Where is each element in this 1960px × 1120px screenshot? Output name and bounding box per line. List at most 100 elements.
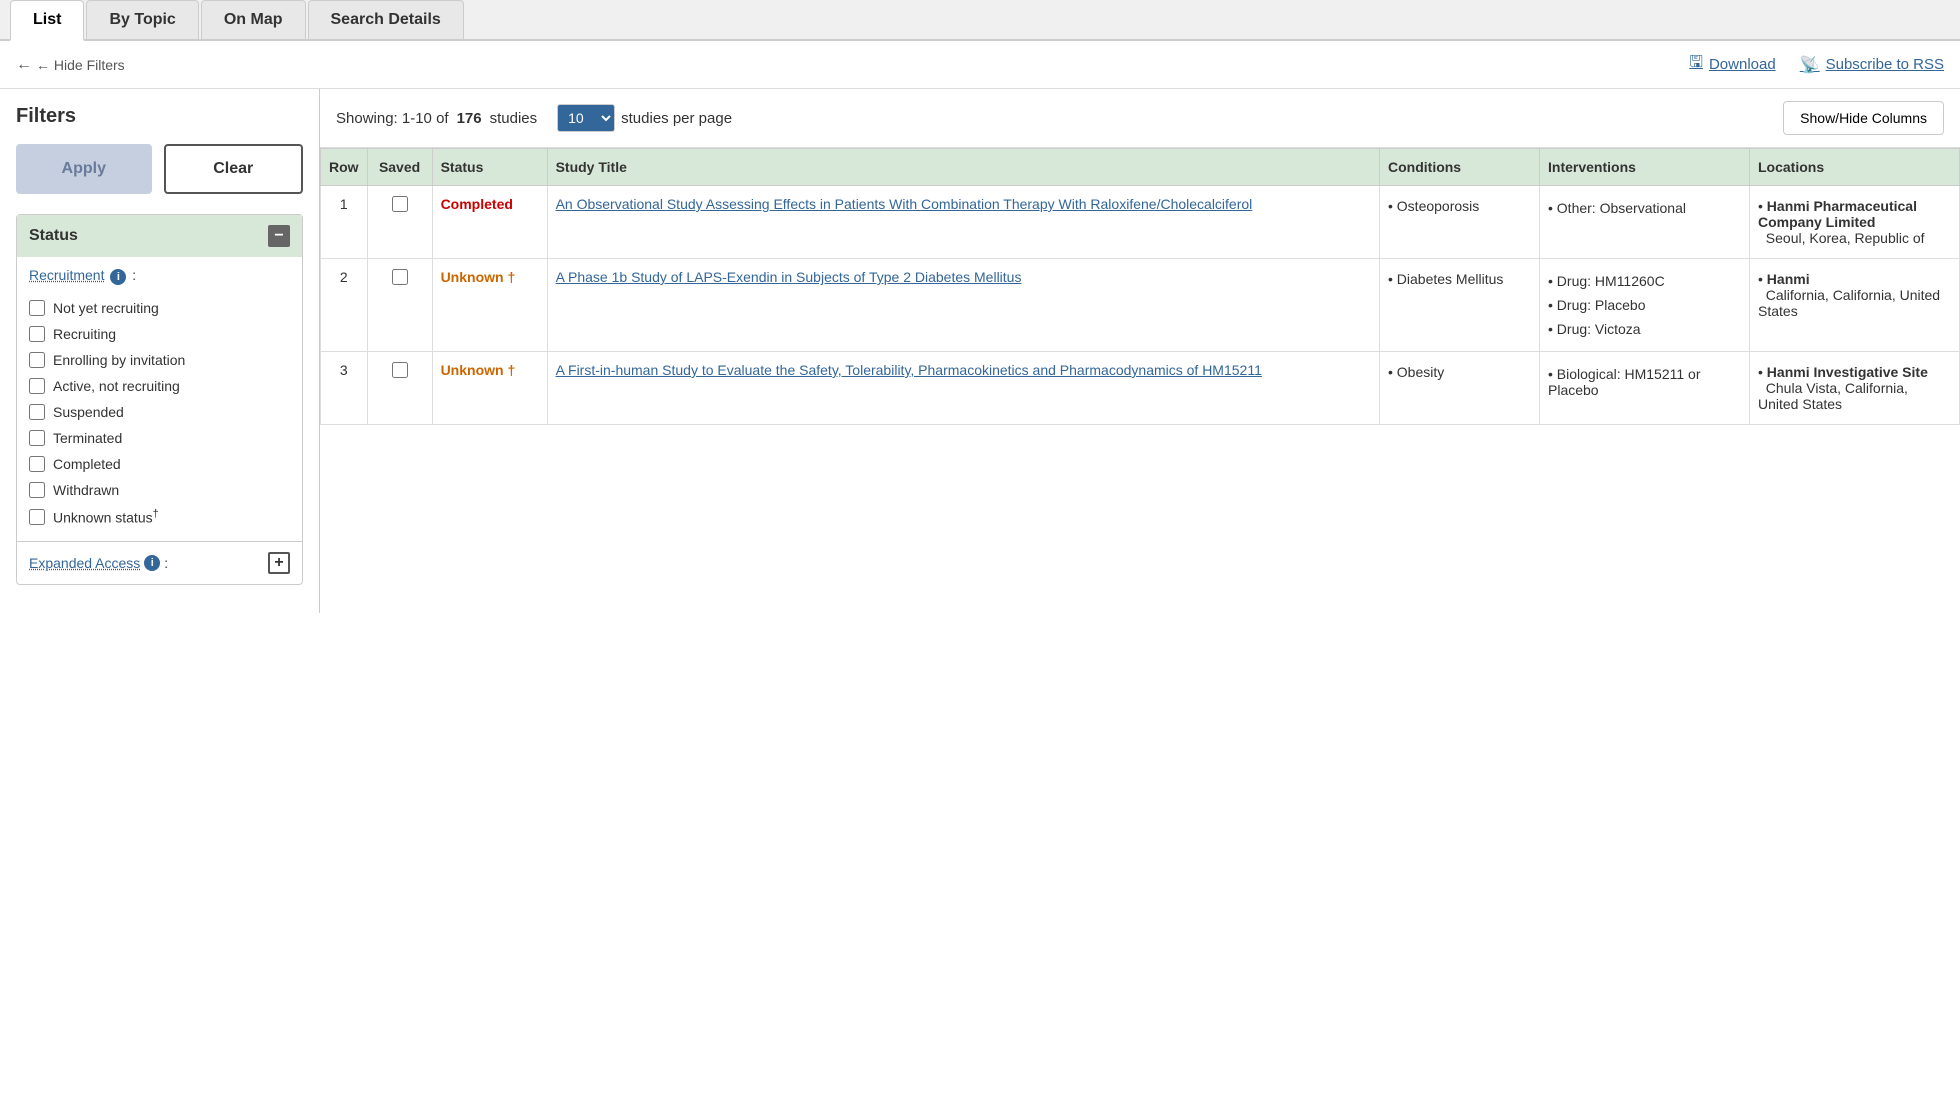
label-unknown: Unknown status† <box>53 508 159 526</box>
intervention-item: • Biological: HM15211 or Placebo <box>1548 362 1741 402</box>
intervention-item: • Other: Observational <box>1548 196 1741 220</box>
checkbox-completed[interactable] <box>29 456 45 472</box>
cell-saved <box>367 259 432 352</box>
col-header-locations: Locations <box>1750 149 1960 186</box>
col-header-interventions: Interventions <box>1540 149 1750 186</box>
filter-item-completed: Completed <box>29 451 290 477</box>
save-checkbox[interactable] <box>392 269 408 285</box>
showing-suffix: studies <box>490 110 538 127</box>
per-page-selector: 10 25 50 100 studies per page <box>557 104 732 132</box>
cell-row-number: 3 <box>321 352 368 425</box>
tabs-bar: List By Topic On Map Search Details <box>0 0 1960 41</box>
tab-by-topic[interactable]: By Topic <box>86 0 198 39</box>
study-title-link[interactable]: An Observational Study Assessing Effects… <box>556 196 1253 212</box>
filter-item-active: Active, not recruiting <box>29 373 290 399</box>
main-layout: Filters Apply Clear Status − Recruitment… <box>0 89 1960 613</box>
col-header-row: Row <box>321 149 368 186</box>
status-section-content: Recruitment i : Not yet recruiting Recru… <box>17 257 302 541</box>
filters-title: Filters <box>16 105 303 128</box>
rss-icon: 📡 <box>1800 55 1820 75</box>
location-item: • Hanmi California, California, United S… <box>1758 269 1951 321</box>
intervention-item: • Drug: Victoza <box>1548 317 1741 341</box>
download-button[interactable]: 🖫 Download <box>1689 51 1775 78</box>
filter-item-terminated: Terminated <box>29 425 290 451</box>
save-checkbox[interactable] <box>392 362 408 378</box>
cell-title: A First-in-human Study to Evaluate the S… <box>547 352 1379 425</box>
results-table: Row Saved Status Study Title Conditions … <box>320 148 1960 425</box>
filter-item-unknown: Unknown status† <box>29 503 290 531</box>
cell-interventions: • Drug: HM11260C• Drug: Placebo• Drug: V… <box>1540 259 1750 352</box>
label-terminated: Terminated <box>53 430 122 446</box>
save-checkbox[interactable] <box>392 196 408 212</box>
status-filter-section: Status − Recruitment i : Not yet recruit… <box>16 214 303 585</box>
condition-item: • Diabetes Mellitus <box>1388 269 1531 289</box>
cell-title: A Phase 1b Study of LAPS-Exendin in Subj… <box>547 259 1379 352</box>
table-row: 3Unknown †A First-in-human Study to Eval… <box>321 352 1960 425</box>
checkbox-recruiting[interactable] <box>29 326 45 342</box>
table-row: 1 Completed An Observational Study Assessi… <box>321 186 1960 259</box>
rss-button[interactable]: 📡 Subscribe to RSS <box>1800 55 1944 75</box>
tab-on-map[interactable]: On Map <box>201 0 306 39</box>
intervention-item: • Drug: HM11260C <box>1548 269 1741 293</box>
results-info: Showing: 1-10 of 176 studies 10 25 50 10… <box>336 104 732 132</box>
filter-item-enrolling: Enrolling by invitation <box>29 347 290 373</box>
apply-button[interactable]: Apply <box>16 144 152 194</box>
cell-conditions: • Osteoporosis <box>1380 186 1540 259</box>
content-area: Showing: 1-10 of 176 studies 10 25 50 10… <box>320 89 1960 613</box>
col-header-conditions: Conditions <box>1380 149 1540 186</box>
checkbox-unknown[interactable] <box>29 509 45 525</box>
filters-panel: Filters Apply Clear Status − Recruitment… <box>0 89 320 613</box>
cell-interventions: • Other: Observational <box>1540 186 1750 259</box>
expanded-access-info-icon[interactable]: i <box>144 555 160 571</box>
col-header-status: Status <box>432 149 547 186</box>
results-bar: Showing: 1-10 of 176 studies 10 25 50 10… <box>320 89 1960 148</box>
tab-search-details[interactable]: Search Details <box>308 0 464 39</box>
cell-locations: • Hanmi Investigative Site Chula Vista, … <box>1750 352 1960 425</box>
label-not-yet-recruiting: Not yet recruiting <box>53 300 159 316</box>
location-item: • Hanmi Pharmaceutical Company Limited S… <box>1758 196 1951 248</box>
label-recruiting: Recruiting <box>53 326 116 342</box>
study-title-link[interactable]: A Phase 1b Study of LAPS-Exendin in Subj… <box>556 269 1022 285</box>
per-page-select[interactable]: 10 25 50 100 <box>557 104 615 132</box>
status-section-label: Status <box>29 227 78 245</box>
label-completed: Completed <box>53 456 121 472</box>
cell-row-number: 1 <box>321 186 368 259</box>
checkbox-withdrawn[interactable] <box>29 482 45 498</box>
recruitment-label: Recruitment i : <box>29 267 290 285</box>
checkbox-suspended[interactable] <box>29 404 45 420</box>
status-badge: Completed <box>441 196 513 212</box>
tab-list[interactable]: List <box>10 0 84 41</box>
expanded-access-label[interactable]: Expanded Access i : <box>29 555 168 571</box>
intervention-item: • Drug: Placebo <box>1548 293 1741 317</box>
showing-prefix: Showing: 1-10 of <box>336 110 449 127</box>
filter-item-suspended: Suspended <box>29 399 290 425</box>
condition-item: • Obesity <box>1388 362 1531 382</box>
action-bar-right: 🖫 Download 📡 Subscribe to RSS <box>1689 51 1944 78</box>
cell-interventions: • Biological: HM15211 or Placebo <box>1540 352 1750 425</box>
expanded-access-expand-button[interactable]: + <box>268 552 290 574</box>
cell-locations: • Hanmi California, California, United S… <box>1750 259 1960 352</box>
hide-filters-button[interactable]: ← ← Hide Filters <box>16 56 125 74</box>
clear-button[interactable]: Clear <box>164 144 304 194</box>
results-table-container: Row Saved Status Study Title Conditions … <box>320 148 1960 425</box>
show-hide-columns-button[interactable]: Show/Hide Columns <box>1783 101 1944 135</box>
checkbox-active[interactable] <box>29 378 45 394</box>
arrow-left-icon: ← <box>16 56 32 74</box>
filter-item-not-yet-recruiting: Not yet recruiting <box>29 295 290 321</box>
expanded-access-section: Expanded Access i : + <box>17 541 302 584</box>
location-item: • Hanmi Investigative Site Chula Vista, … <box>1758 362 1951 414</box>
recruitment-info-icon[interactable]: i <box>110 269 126 285</box>
action-bar: ← ← Hide Filters 🖫 Download 📡 Subscribe … <box>0 41 1960 89</box>
label-active: Active, not recruiting <box>53 378 180 394</box>
status-collapse-button[interactable]: − <box>268 225 290 247</box>
checkbox-enrolling[interactable] <box>29 352 45 368</box>
study-title-link[interactable]: A First-in-human Study to Evaluate the S… <box>556 362 1262 378</box>
label-withdrawn: Withdrawn <box>53 482 119 498</box>
filter-item-recruiting: Recruiting <box>29 321 290 347</box>
checkbox-terminated[interactable] <box>29 430 45 446</box>
cell-row-number: 2 <box>321 259 368 352</box>
filter-buttons: Apply Clear <box>16 144 303 194</box>
checkbox-not-yet-recruiting[interactable] <box>29 300 45 316</box>
status-section-header[interactable]: Status − <box>17 215 302 257</box>
cell-saved <box>367 352 432 425</box>
